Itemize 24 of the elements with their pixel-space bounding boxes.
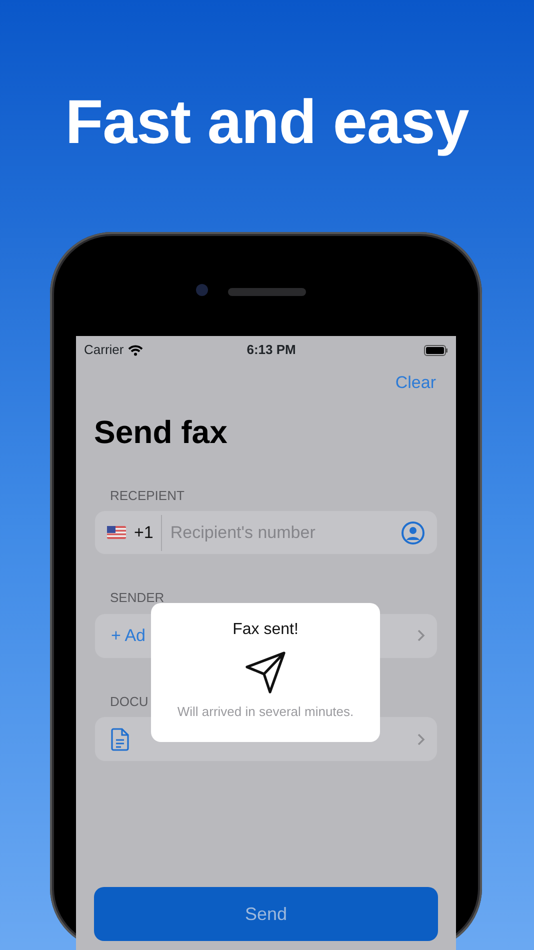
carrier-label: Carrier — [84, 341, 124, 360]
wifi-icon — [128, 344, 143, 356]
document-icon — [111, 728, 129, 750]
paper-plane-icon — [244, 650, 288, 696]
contact-icon[interactable] — [401, 520, 425, 544]
headline: Fast and easy — [64, 87, 470, 159]
add-sender-link[interactable]: + Ad — [107, 622, 146, 648]
country-code[interactable]: +1 — [134, 514, 162, 550]
clock: 6:13 PM — [246, 341, 296, 360]
chevron-icon — [417, 629, 425, 642]
chevron-icon — [417, 732, 425, 746]
section-label: RECEPIENT — [110, 486, 184, 504]
recipient-field[interactable]: +1 Recipient's number — [95, 511, 437, 554]
section-label: DOCU — [110, 692, 148, 710]
section-label: SENDER — [110, 589, 164, 607]
clear-button[interactable]: Clear — [395, 370, 436, 396]
flag-icon — [107, 526, 126, 539]
send-button[interactable]: Send — [94, 887, 438, 941]
recipient-number-field[interactable]: Recipient's number — [162, 520, 401, 546]
page-title: Send fax — [94, 412, 228, 452]
battery-icon — [424, 344, 448, 356]
alert-message: Will arrived in several minutes. — [176, 703, 355, 721]
camera-icon — [196, 284, 208, 296]
alert-title: Fax sent! — [232, 620, 300, 640]
